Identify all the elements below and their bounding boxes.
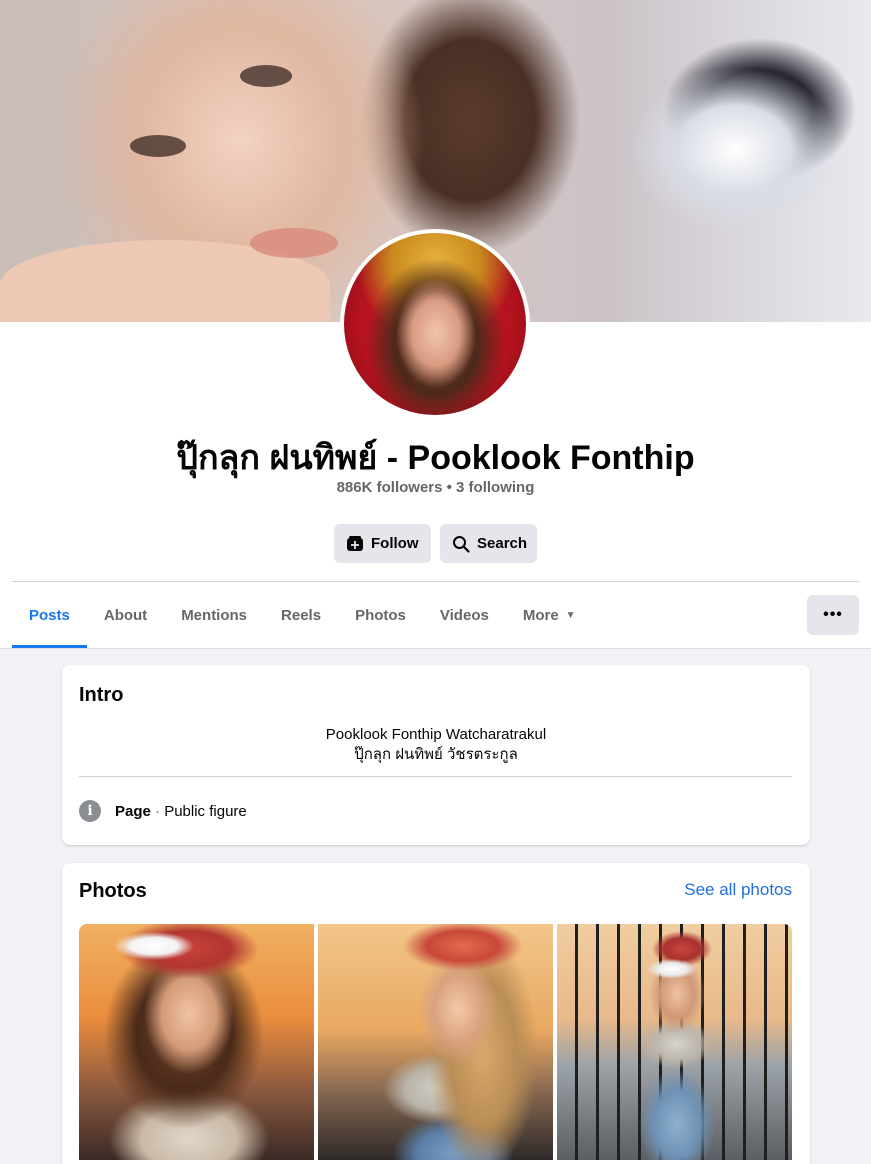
page-type: Page	[115, 802, 151, 820]
intro-card: Intro Pooklook Fonthip Watcharatrakul ปุ…	[62, 665, 810, 845]
tab-reels[interactable]: Reels	[264, 582, 338, 648]
profile-tabs: Posts About Mentions Reels Photos Videos…	[12, 582, 593, 648]
tab-posts[interactable]: Posts	[12, 582, 87, 648]
follow-button-label: Follow	[371, 535, 419, 552]
page-category-row: i Page · Public figure	[79, 800, 247, 822]
info-icon: i	[79, 800, 101, 822]
page-category: Public figure	[164, 802, 247, 820]
photos-card: Photos See all photos	[62, 863, 810, 1164]
follow-button[interactable]: Follow	[334, 524, 431, 563]
tab-more[interactable]: More ▼	[506, 582, 593, 648]
bio-line: ปุ๊กลุก ฝนทิพย์ วัชรตระกูล	[354, 746, 518, 763]
tab-videos[interactable]: Videos	[423, 582, 506, 648]
profile-header: ปุ๊กลุก ฝนทิพย์ - Pooklook Fonthip 886K …	[0, 0, 871, 649]
photo-thumbnail[interactable]	[557, 924, 792, 1160]
tab-more-label: More	[522, 606, 559, 624]
photo-thumbnail[interactable]	[79, 924, 314, 1160]
intro-title: Intro	[79, 684, 124, 706]
tab-about[interactable]: About	[87, 582, 164, 648]
search-button-label: Search	[477, 535, 528, 552]
search-button[interactable]: Search	[440, 524, 537, 563]
bio-line: Pooklook Fonthip Watcharatrakul	[325, 726, 547, 743]
more-options-button[interactable]: •••	[807, 595, 859, 635]
follower-stats[interactable]: 886K followers • 3 following	[0, 479, 871, 496]
intro-divider	[79, 776, 792, 777]
intro-bio: Pooklook Fonthip Watcharatrakul ปุ๊กลุก …	[62, 725, 810, 765]
search-icon	[452, 535, 470, 553]
tab-photos[interactable]: Photos	[338, 582, 423, 648]
page-title: ปุ๊กลุก ฝนทิพย์ - Pooklook Fonthip	[176, 439, 695, 477]
separator: ·	[150, 802, 165, 820]
follow-page-icon	[346, 535, 364, 553]
profile-actions: Follow Search	[334, 524, 537, 563]
photo-grid	[79, 924, 792, 1160]
see-all-photos-link[interactable]: See all photos	[684, 880, 792, 900]
photo-thumbnail[interactable]	[318, 924, 553, 1160]
caret-down-icon: ▼	[565, 609, 576, 621]
profile-avatar[interactable]	[340, 229, 530, 419]
photos-title: Photos	[79, 880, 147, 902]
tab-mentions[interactable]: Mentions	[164, 582, 264, 648]
